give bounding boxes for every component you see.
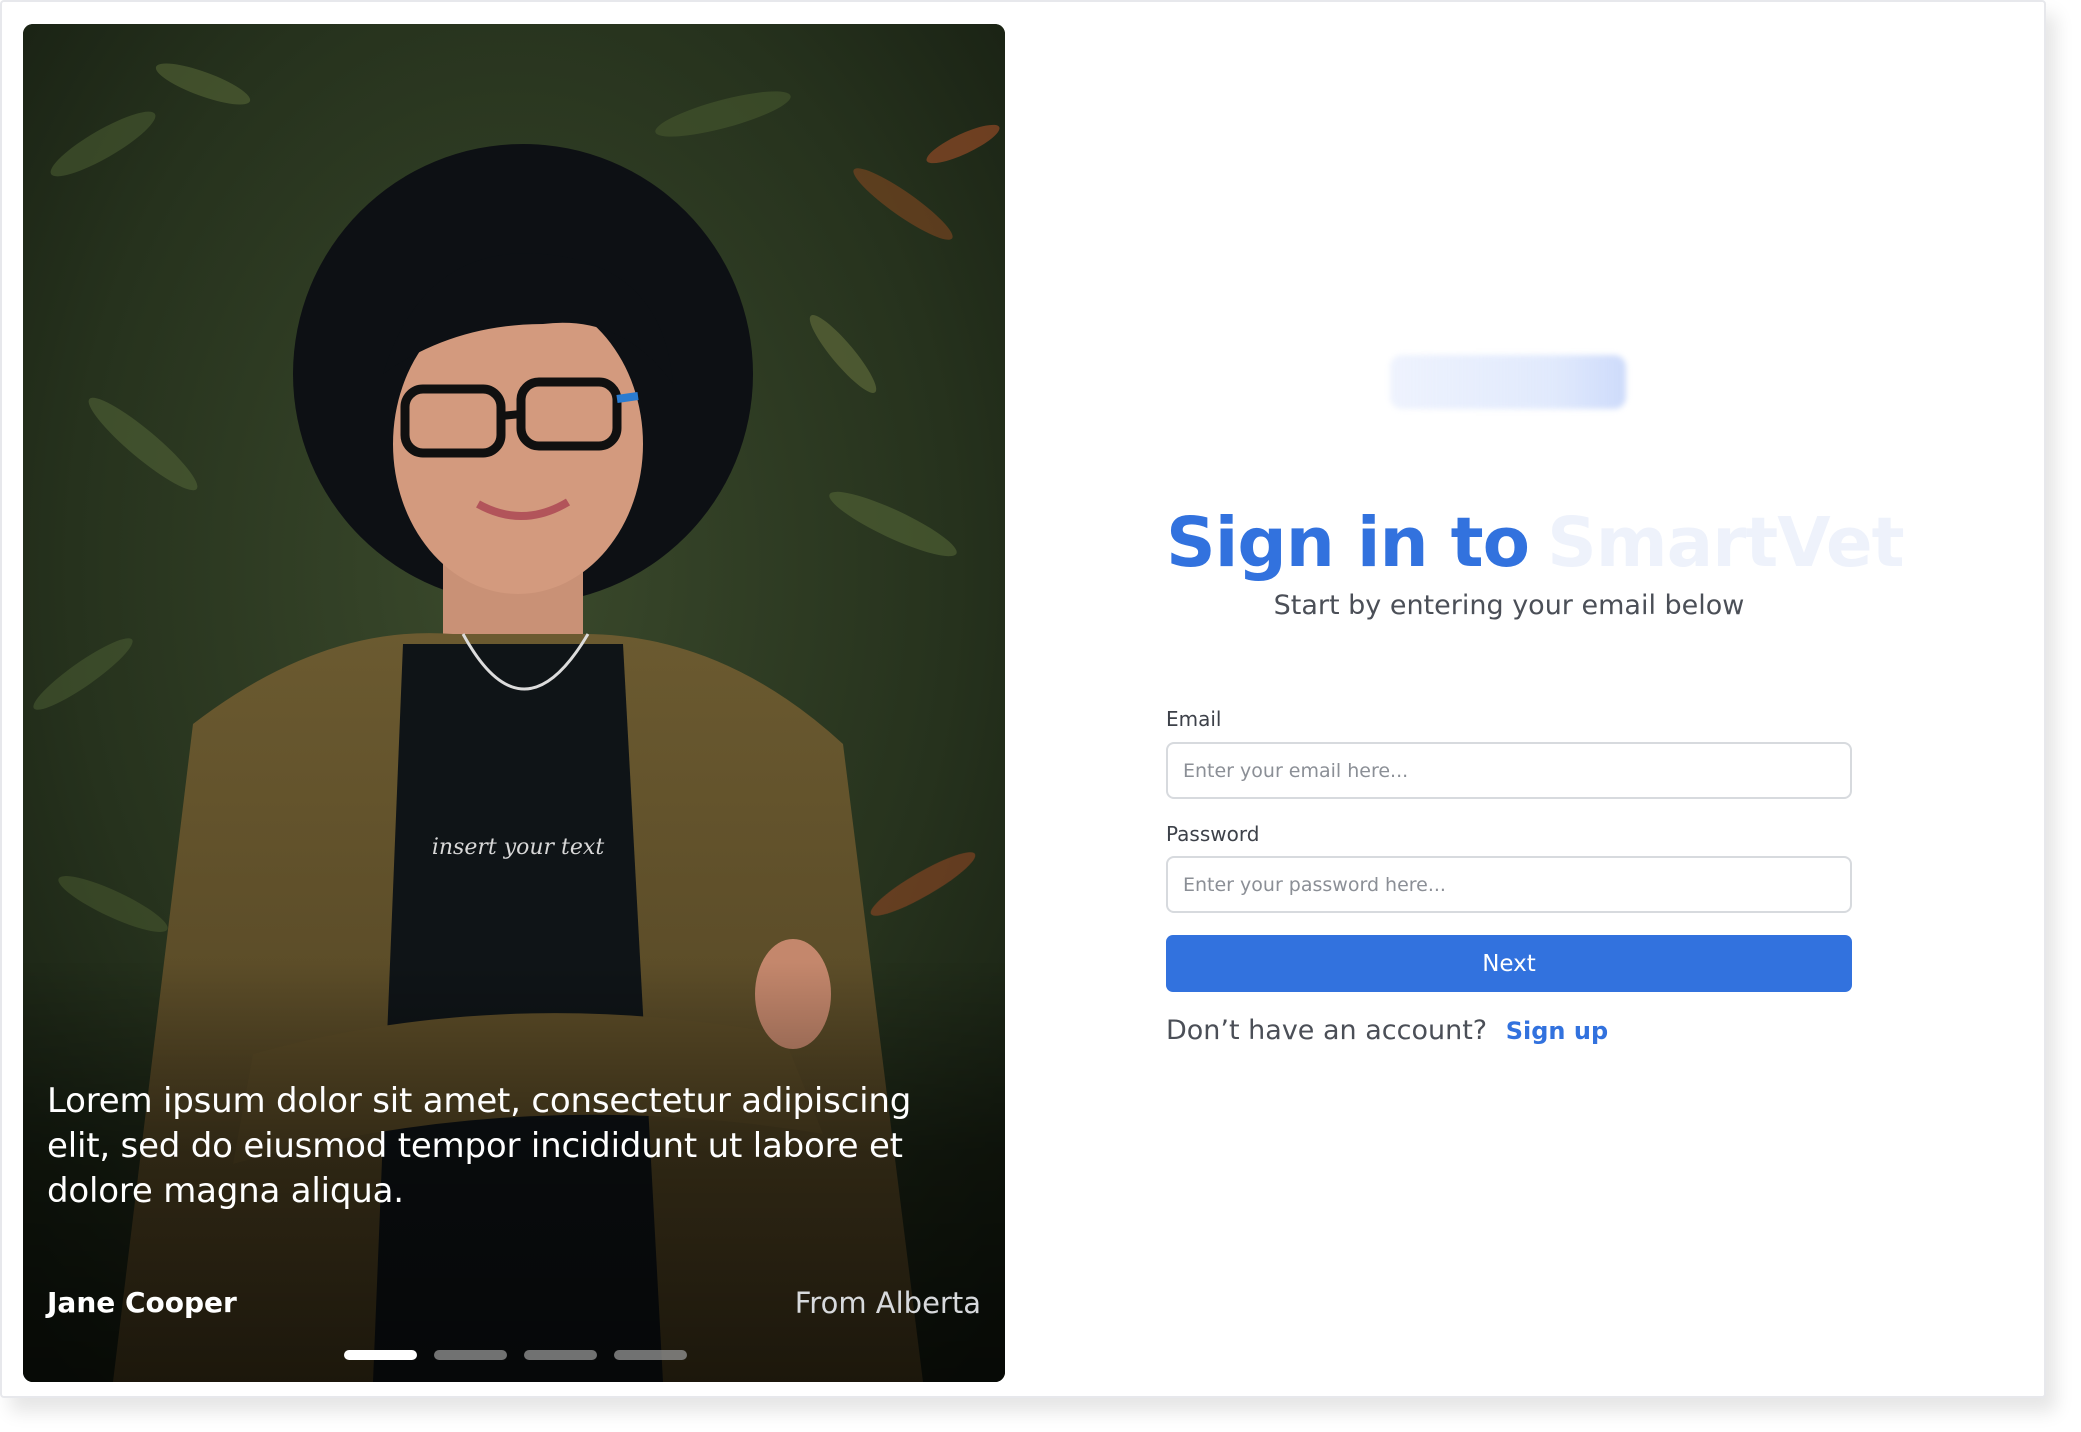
app-window: insert your text Lorem ipsum dolor sit a… xyxy=(0,0,2046,1398)
password-label: Password xyxy=(1166,822,1260,846)
email-label: Email xyxy=(1166,707,1222,731)
carousel-dot-1[interactable] xyxy=(344,1350,417,1360)
page-title: Sign in to SmartVet xyxy=(1166,498,1905,588)
signup-prompt: Don’t have an account? xyxy=(1166,1015,1488,1046)
page-title-text: Sign in to xyxy=(1166,503,1530,583)
carousel-dot-3[interactable] xyxy=(524,1350,597,1360)
password-field[interactable] xyxy=(1166,856,1852,913)
signup-link[interactable]: Sign up xyxy=(1506,1017,1608,1045)
next-button[interactable]: Next xyxy=(1166,935,1852,992)
carousel-dot-4[interactable] xyxy=(614,1350,687,1360)
testimonial-author: Jane Cooper xyxy=(47,1286,237,1319)
carousel-dot-2[interactable] xyxy=(434,1350,507,1360)
email-field[interactable] xyxy=(1166,742,1852,799)
testimonial-card: insert your text Lorem ipsum dolor sit a… xyxy=(23,24,1005,1382)
shirt-text: insert your text xyxy=(432,835,604,860)
carousel-indicators xyxy=(344,1350,687,1360)
brand-logo xyxy=(1390,355,1626,409)
testimonial-location: From Alberta xyxy=(794,1286,981,1320)
page-subtitle: Start by entering your email below xyxy=(1273,590,1745,621)
signup-row: Don’t have an account? Sign up xyxy=(1166,1015,1608,1046)
testimonial-quote: Lorem ipsum dolor sit amet, consectetur … xyxy=(47,1081,912,1211)
brand-name-ghost: SmartVet xyxy=(1547,503,1905,583)
